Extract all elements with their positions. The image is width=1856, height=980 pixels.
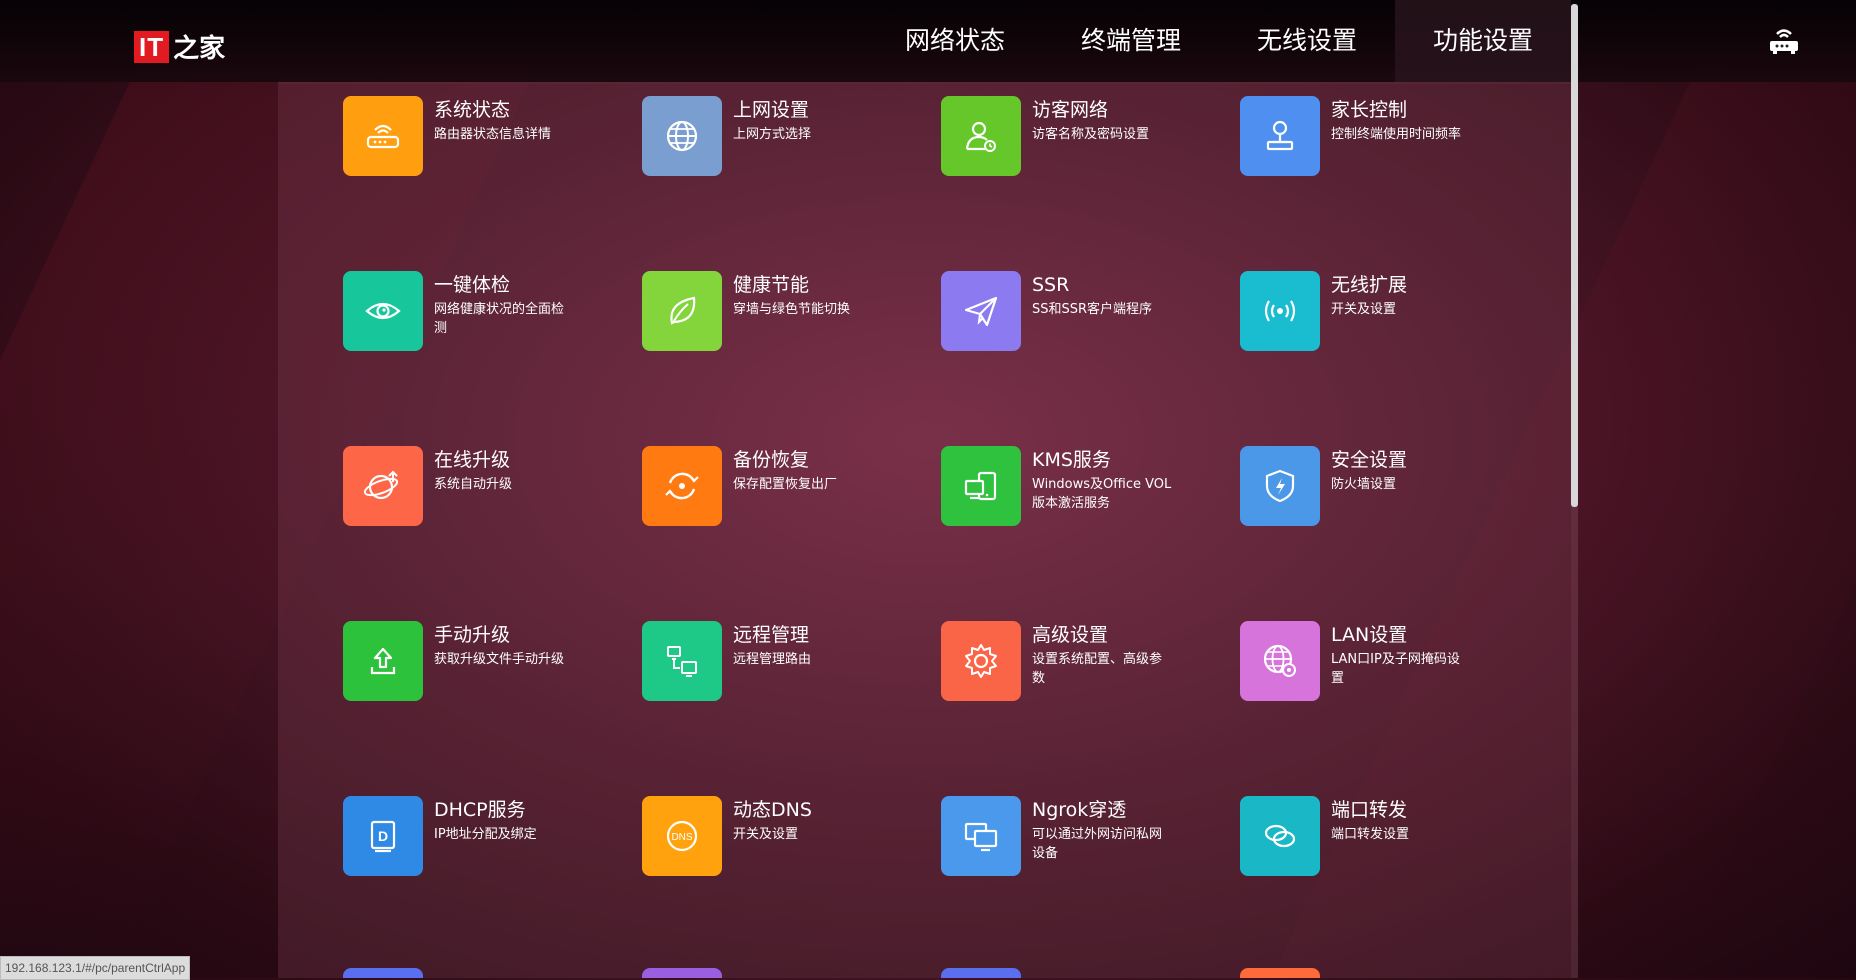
tile-title: KMS服务 [1032,449,1111,471]
nav-terminal-management[interactable]: 终端管理 [1043,0,1219,82]
tile-title: SSR [1032,274,1070,296]
router-status-icon[interactable] [1768,26,1800,56]
logo: IT 之家 [134,28,225,65]
tile-backup-restore[interactable]: 备份恢复保存配置恢复出厂 [642,446,941,621]
tile-desc: 保存配置恢复出厂 [733,477,838,492]
online-upgrade-icon [343,446,423,526]
tile-desc: Windows及Office VOL版本激活服务 [1032,477,1172,511]
tile-desc: 上网方式选择 [733,127,812,142]
tile-desc: 设置系统配置、高级参数 [1032,652,1163,686]
tile-title: 备份恢复 [733,449,810,471]
monitors-icon [941,796,1021,876]
main-nav: 网络状态 终端管理 无线设置 功能设置 [867,0,1571,82]
leaf-icon [642,271,722,351]
next-row-tile-1[interactable] [343,968,423,978]
tile-title: LAN设置 [1331,624,1408,646]
upload-icon [343,621,423,701]
devices-icon [941,446,1021,526]
tile-desc: 获取升级文件手动升级 [434,652,565,667]
logo-text: 之家 [173,34,226,64]
wireless-signal-icon [1240,271,1320,351]
tile-title: 手动升级 [434,624,511,646]
tile-advanced-settings[interactable]: 高级设置设置系统配置、高级参数 [941,621,1240,796]
tile-dhcp-service[interactable]: D DHCP服务 IP地址分配及绑定 [343,796,642,971]
tile-title: 访客网络 [1032,99,1109,121]
eye-icon [343,271,423,351]
tile-security-settings[interactable]: 安全设置 防火墙设置 [1240,446,1539,621]
tile-title: 安全设置 [1331,449,1408,471]
tile-lan-settings[interactable]: LAN设置 LAN口IP及子网掩码设置 [1240,621,1539,796]
backup-restore-icon [642,446,722,526]
tile-title: 动态DNS [733,799,812,821]
tile-title: 一键体检 [434,274,511,296]
guest-user-icon [941,96,1021,176]
tile-desc: 端口转发设置 [1331,827,1410,842]
tile-desc: 网络健康状况的全面检测 [434,302,565,336]
tile-ngrok[interactable]: Ngrok穿透可以通过外网访问私网设备 [941,796,1240,971]
tile-desc: 系统自动升级 [434,477,513,492]
tile-title: 端口转发 [1331,799,1408,821]
svg-text:D: D [378,828,388,844]
tile-port-forwarding[interactable]: 端口转发端口转发设置 [1240,796,1539,971]
tile-desc: 路由器状态信息详情 [434,127,552,142]
router-icon [343,96,423,176]
port-forward-icon [1240,796,1320,876]
tile-desc: 访客名称及密码设置 [1032,127,1150,142]
tile-manual-upgrade[interactable]: 手动升级获取升级文件手动升级 [343,621,642,796]
tile-title: 无线扩展 [1331,274,1408,296]
tile-energy-saving[interactable]: 健康节能穿墙与绿色节能切换 [642,271,941,446]
tile-title: 上网设置 [733,99,810,121]
tile-title: 健康节能 [733,274,810,296]
nav-function-settings[interactable]: 功能设置 [1394,0,1571,82]
tile-title: 家长控制 [1331,99,1408,121]
tile-title: 远程管理 [733,624,810,646]
paper-plane-icon [941,271,1021,351]
tile-system-status[interactable]: 系统状态路由器状态信息详情 [343,96,642,271]
tile-title: 系统状态 [434,99,511,121]
tile-desc: 防火墙设置 [1331,477,1397,492]
tile-desc: SS和SSR客户端程序 [1032,302,1153,317]
status-bar-url: 192.168.123.1/#/pc/parentCtrlApp [0,956,191,980]
next-row-tile-4[interactable] [1240,968,1320,978]
tile-dynamic-dns[interactable]: DNS 动态DNS 开关及设置 [642,796,941,971]
tile-desc: LAN口IP及子网掩码设置 [1331,652,1460,686]
tile-desc: 控制终端使用时间频率 [1331,127,1462,142]
tile-ssr[interactable]: SSR SS和SSR客户端程序 [941,271,1240,446]
parent-control-icon [1240,96,1320,176]
scrollbar-thumb[interactable] [1571,4,1578,507]
tile-desc: IP地址分配及绑定 [434,827,537,842]
tile-title: DHCP服务 [434,799,526,821]
remote-manage-icon [642,621,722,701]
tile-internet-settings[interactable]: 上网设置上网方式选择 [642,96,941,271]
tile-title: 高级设置 [1032,624,1109,646]
logo-mark: IT [134,30,170,63]
tile-parental-control[interactable]: 家长控制控制终端使用时间频率 [1240,96,1539,271]
tile-desc: 穿墙与绿色节能切换 [733,302,851,317]
next-row-tile-3[interactable] [941,968,1021,978]
tile-title: 在线升级 [434,449,511,471]
tile-remote-management[interactable]: 远程管理远程管理路由 [642,621,941,796]
gear-icon [941,621,1021,701]
nav-wireless-settings[interactable]: 无线设置 [1219,0,1395,82]
tile-wireless-extension[interactable]: 无线扩展 开关及设置 [1240,271,1539,446]
tile-desc: 开关及设置 [733,827,799,842]
tile-health-check[interactable]: 一键体检网络健康状况的全面检测 [343,271,642,446]
function-grid: 系统状态路由器状态信息详情 上网设置上网方式选择 访客网络访客名称及密码设置 家… [343,96,1539,971]
next-row-tile-2[interactable] [642,968,722,978]
svg-text:DNS: DNS [671,832,692,843]
dns-icon: DNS [642,796,722,876]
tile-desc: 可以通过外网访问私网设备 [1032,827,1163,861]
tile-desc: 开关及设置 [1331,302,1397,317]
tile-kms-service[interactable]: KMS服务 Windows及Office VOL版本激活服务 [941,446,1240,621]
tile-online-upgrade[interactable]: 在线升级系统自动升级 [343,446,642,621]
shield-icon [1240,446,1320,526]
tile-desc: 远程管理路由 [733,652,812,667]
globe-icon [642,96,722,176]
tile-title: Ngrok穿透 [1032,799,1127,821]
lan-globe-icon [1240,621,1320,701]
tile-guest-network[interactable]: 访客网络访客名称及密码设置 [941,96,1240,271]
dhcp-icon: D [343,796,423,876]
nav-network-status[interactable]: 网络状态 [867,0,1043,82]
